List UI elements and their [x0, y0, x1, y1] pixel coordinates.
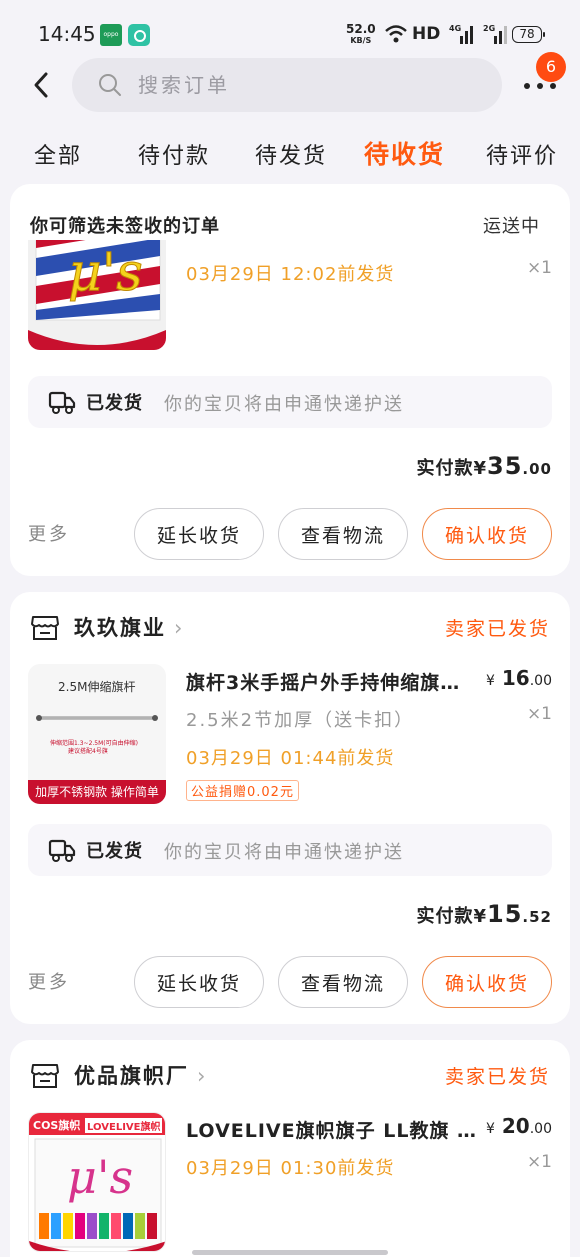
product-price: ¥ 20.00 — [486, 1114, 552, 1138]
thumb-note-2: 建议搭配4号旗 — [68, 748, 108, 755]
order-card: 玖玖旗业 › 卖家已发货 2.5M伸缩旗杆 伸缩范围1.3~2.5M(可自由伸缩)… — [10, 592, 570, 1024]
thumb-tag-1: COS旗帜 — [33, 1119, 81, 1132]
shop-name[interactable]: 玖玖旗业 › — [74, 612, 184, 642]
ship-deadline: 03月29日 01:44前发货 — [186, 748, 395, 769]
flag-image: μ's — [28, 240, 166, 350]
tab-pending-payment[interactable]: 待付款 — [138, 138, 210, 170]
svg-text:μ's: μ's — [67, 1150, 133, 1204]
charity-tag: 公益捐赠0.02元 — [186, 780, 299, 801]
paid-amount: 实付款¥35.00 — [416, 452, 552, 480]
order-card: μ's 03月29日 12:02前发货 ×1 已发货 你的宝贝将由申通快递护送 … — [10, 240, 570, 576]
tab-pending-shipment[interactable]: 待发货 — [255, 138, 327, 170]
wifi-icon — [385, 25, 407, 43]
extend-receipt-button[interactable]: 延长收货 — [134, 508, 264, 560]
order-tabs: 全部 待付款 待发货 待收货 待评价 — [0, 130, 580, 178]
notification-app-icon — [128, 24, 150, 46]
shop-row[interactable]: 玖玖旗业 › 卖家已发货 — [30, 610, 550, 642]
confirm-receipt-button[interactable]: 确认收货 — [422, 956, 552, 1008]
status-bar: 14:45 oppo 52.0 KB/S HD 4G 2G 78 — [0, 0, 580, 64]
truck-icon — [48, 391, 76, 414]
order-status: 卖家已发货 — [444, 618, 550, 640]
status-time: 14:45 — [38, 22, 96, 46]
tab-pending-receipt[interactable]: 待收货 — [364, 135, 445, 171]
item-quantity: ×1 — [526, 258, 552, 278]
notification-badge: 6 — [536, 52, 566, 82]
ship-deadline: 03月29日 12:02前发货 — [186, 264, 395, 285]
truck-icon — [48, 839, 76, 862]
filter-bar: 你可筛选未签收的订单 运送中 — [10, 184, 570, 240]
flag-image: μ's — [29, 1138, 165, 1251]
flagpole-image — [36, 715, 158, 721]
paid-amount: 实付款¥15.52 — [416, 900, 552, 928]
more-link[interactable]: 更多 — [28, 520, 70, 546]
chevron-right-icon: › — [174, 616, 185, 640]
product-thumbnail[interactable]: 2.5M伸缩旗杆 伸缩范围1.3~2.5M(可自由伸缩) 建议搭配4号旗 加厚不… — [28, 664, 166, 804]
tab-pending-review[interactable]: 待评价 — [486, 138, 558, 170]
store-icon — [31, 1064, 59, 1088]
product-spec: 2.5米2节加厚（送卡扣） — [186, 710, 415, 731]
signal-icon — [460, 26, 473, 44]
shipping-title: 已发货 — [86, 393, 143, 414]
order-status: 卖家已发货 — [444, 1066, 550, 1088]
product-price: ¥ 16.00 — [486, 666, 552, 690]
view-logistics-button[interactable]: 查看物流 — [278, 956, 408, 1008]
chevron-right-icon: › — [197, 1064, 208, 1088]
shipping-desc: 你的宝贝将由申通快递护送 — [164, 394, 404, 415]
product-thumbnail[interactable]: μ's — [28, 240, 166, 350]
product-thumbnail[interactable]: COS旗帜 LOVELIVE旗帜 μ's — [28, 1112, 166, 1252]
battery-icon: 78 — [512, 26, 545, 43]
product-title[interactable]: LOVELIVE旗帜旗子 LL教旗 … — [186, 1116, 476, 1143]
filter-label: 你可筛选未签收的订单 — [30, 216, 220, 237]
tab-all[interactable]: 全部 — [34, 138, 82, 170]
item-quantity: ×1 — [526, 1152, 552, 1172]
home-indicator[interactable] — [192, 1250, 388, 1255]
search-bar[interactable] — [72, 58, 502, 112]
store-icon — [31, 616, 59, 640]
thumb-label: 2.5M伸缩旗杆 — [58, 680, 136, 694]
back-arrow-icon[interactable] — [28, 70, 58, 100]
thumb-tag-2: LOVELIVE旗帜 — [85, 1118, 163, 1133]
shop-row[interactable]: 优品旗帜厂 › 卖家已发货 — [30, 1058, 550, 1090]
product-title[interactable]: 旗杆3米手摇户外手持伸缩旗… — [186, 668, 476, 695]
shop-name[interactable]: 优品旗帜厂 › — [74, 1060, 207, 1090]
order-card: 优品旗帜厂 › 卖家已发货 COS旗帜 LOVELIVE旗帜 μ's LOVELI… — [10, 1040, 570, 1257]
search-input[interactable] — [138, 71, 478, 99]
view-logistics-button[interactable]: 查看物流 — [278, 508, 408, 560]
filter-status-dropdown[interactable]: 运送中 — [483, 212, 540, 238]
hd-icon: HD — [412, 24, 441, 44]
shipping-status-box[interactable]: 已发货 你的宝贝将由申通快递护送 — [28, 824, 552, 876]
shipping-status-box[interactable]: 已发货 你的宝贝将由申通快递护送 — [28, 376, 552, 428]
confirm-receipt-button[interactable]: 确认收货 — [422, 508, 552, 560]
svg-text:μ's: μ's — [68, 243, 143, 303]
shipping-desc: 你的宝贝将由申通快递护送 — [164, 842, 404, 863]
oppo-app-icon: oppo — [100, 24, 122, 46]
network-speed: 52.0 KB/S — [346, 22, 376, 45]
signal-icon-2 — [494, 26, 507, 44]
more-link[interactable]: 更多 — [28, 968, 70, 994]
ship-deadline: 03月29日 01:30前发货 — [186, 1158, 395, 1179]
item-quantity: ×1 — [526, 704, 552, 724]
shipping-title: 已发货 — [86, 841, 143, 862]
extend-receipt-button[interactable]: 延长收货 — [134, 956, 264, 1008]
search-icon — [99, 74, 121, 96]
thumb-banner: 加厚不锈钢款 操作简单 — [28, 780, 166, 804]
